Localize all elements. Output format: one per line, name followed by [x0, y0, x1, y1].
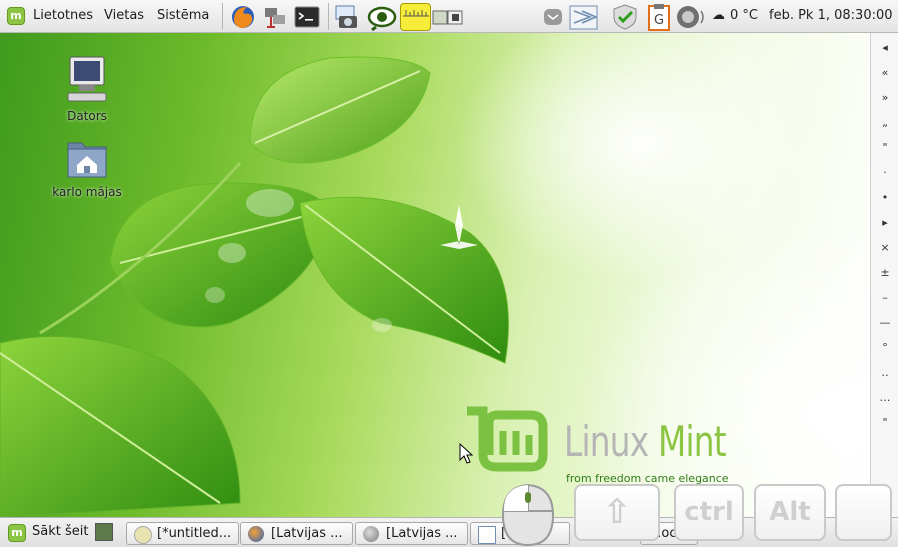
wallpaper-brand-text: Linux Mint — [564, 417, 727, 466]
text-editor-icon — [134, 526, 152, 544]
clipboard-icon[interactable]: G — [645, 3, 673, 31]
ruler-icon[interactable] — [400, 3, 431, 31]
alt-key[interactable]: Alt — [754, 484, 826, 541]
shift-key-label: ⇧ — [602, 492, 632, 532]
update-manager-icon[interactable] — [568, 3, 599, 31]
web-browser-icon — [363, 526, 379, 542]
strip-glyph[interactable]: " — [871, 141, 898, 154]
show-desktop-icon[interactable] — [95, 523, 113, 541]
strip-glyph[interactable]: … — [871, 391, 898, 404]
menu-system[interactable]: Sistēma — [157, 8, 209, 23]
taskbar-item-label: [Latvijas ... — [271, 526, 343, 541]
network-tools-icon[interactable] — [261, 3, 289, 31]
taskbar-item-label: [Latvijas ... — [386, 526, 458, 541]
desktop[interactable]: Linux Mint from freedom came elegance Da… — [0, 33, 870, 517]
panel-separator — [222, 3, 223, 30]
strip-glyph[interactable]: × — [871, 241, 898, 254]
desktop-icon-label: karlo mājas — [52, 185, 122, 199]
strip-glyph[interactable]: „ — [871, 116, 898, 129]
screenshot-icon[interactable] — [333, 3, 361, 31]
linux-mint-logo — [463, 405, 553, 473]
terminal-icon[interactable] — [293, 3, 321, 31]
strip-glyph[interactable]: " — [871, 416, 898, 429]
desktop-icon-home[interactable]: karlo mājas — [37, 135, 137, 199]
ctrl-key-label: ctrl — [684, 497, 734, 527]
start-button-label[interactable]: Sākt šeit — [32, 524, 88, 539]
strip-glyph[interactable]: » — [871, 91, 898, 104]
character-palette-strip: ◂ « » „ " · • ▸ × ± – — ° ‥ … " — [870, 33, 898, 517]
strip-glyph[interactable]: ▸ — [871, 216, 898, 229]
strip-glyph[interactable]: « — [871, 66, 898, 79]
mouse-pointer-icon — [459, 443, 474, 464]
eye-of-gnome-icon[interactable] — [367, 3, 397, 32]
shift-key[interactable]: ⇧ — [574, 484, 660, 541]
menu-places[interactable]: Vietas — [104, 8, 144, 23]
taskbar-item-label: [*untitled... — [157, 526, 232, 541]
clock[interactable]: feb. Pk 1, 08:30:00 — [769, 8, 893, 23]
panel-separator — [328, 3, 329, 30]
strip-glyph[interactable]: · — [871, 166, 898, 179]
shield-icon[interactable] — [611, 3, 639, 31]
strip-glyph[interactable]: — — [871, 316, 898, 329]
mouse-device-icon[interactable] — [501, 483, 555, 547]
computer-icon — [67, 56, 107, 102]
brand-mint: Mint — [658, 417, 727, 466]
weather-icon[interactable]: ☁ — [712, 8, 725, 23]
top-panel: m Lietotnes Vietas Sistēma G ☁ 0 °C feb.… — [0, 0, 898, 33]
volume-icon[interactable] — [675, 3, 704, 31]
ctrl-key[interactable]: ctrl — [674, 484, 744, 541]
mint-start-icon[interactable]: m — [8, 524, 26, 542]
weather-temperature[interactable]: 0 °C — [730, 8, 758, 23]
firefox-launcher-icon[interactable] — [229, 3, 257, 31]
taskbar-item[interactable]: [Latvijas ... — [355, 522, 468, 545]
mint-menu-icon[interactable]: m — [7, 7, 25, 25]
svg-text:G: G — [654, 13, 664, 28]
brand-linux: Linux — [564, 417, 659, 466]
alt-key-label: Alt — [769, 497, 811, 527]
desktop-icon-label: Dators — [67, 109, 107, 123]
strip-glyph[interactable]: ‥ — [871, 366, 898, 379]
menu-applications[interactable]: Lietotnes — [33, 8, 93, 23]
blank-key[interactable] — [835, 484, 892, 541]
strip-glyph[interactable]: ◂ — [871, 41, 898, 54]
desktop-icon-computer[interactable]: Dators — [37, 55, 137, 123]
strip-glyph[interactable]: ± — [871, 266, 898, 279]
home-folder-icon — [67, 142, 107, 178]
firefox-icon — [248, 526, 264, 542]
taskbar-item[interactable]: [*untitled... — [126, 522, 239, 545]
workspace-switcher-icon[interactable] — [432, 3, 463, 31]
mail-icon[interactable] — [542, 6, 564, 28]
strip-glyph[interactable]: • — [871, 191, 898, 204]
taskbar-item[interactable]: [Latvijas ... — [240, 522, 353, 545]
strip-glyph[interactable]: ° — [871, 341, 898, 354]
strip-glyph[interactable]: – — [871, 291, 898, 304]
document-icon — [478, 526, 496, 544]
